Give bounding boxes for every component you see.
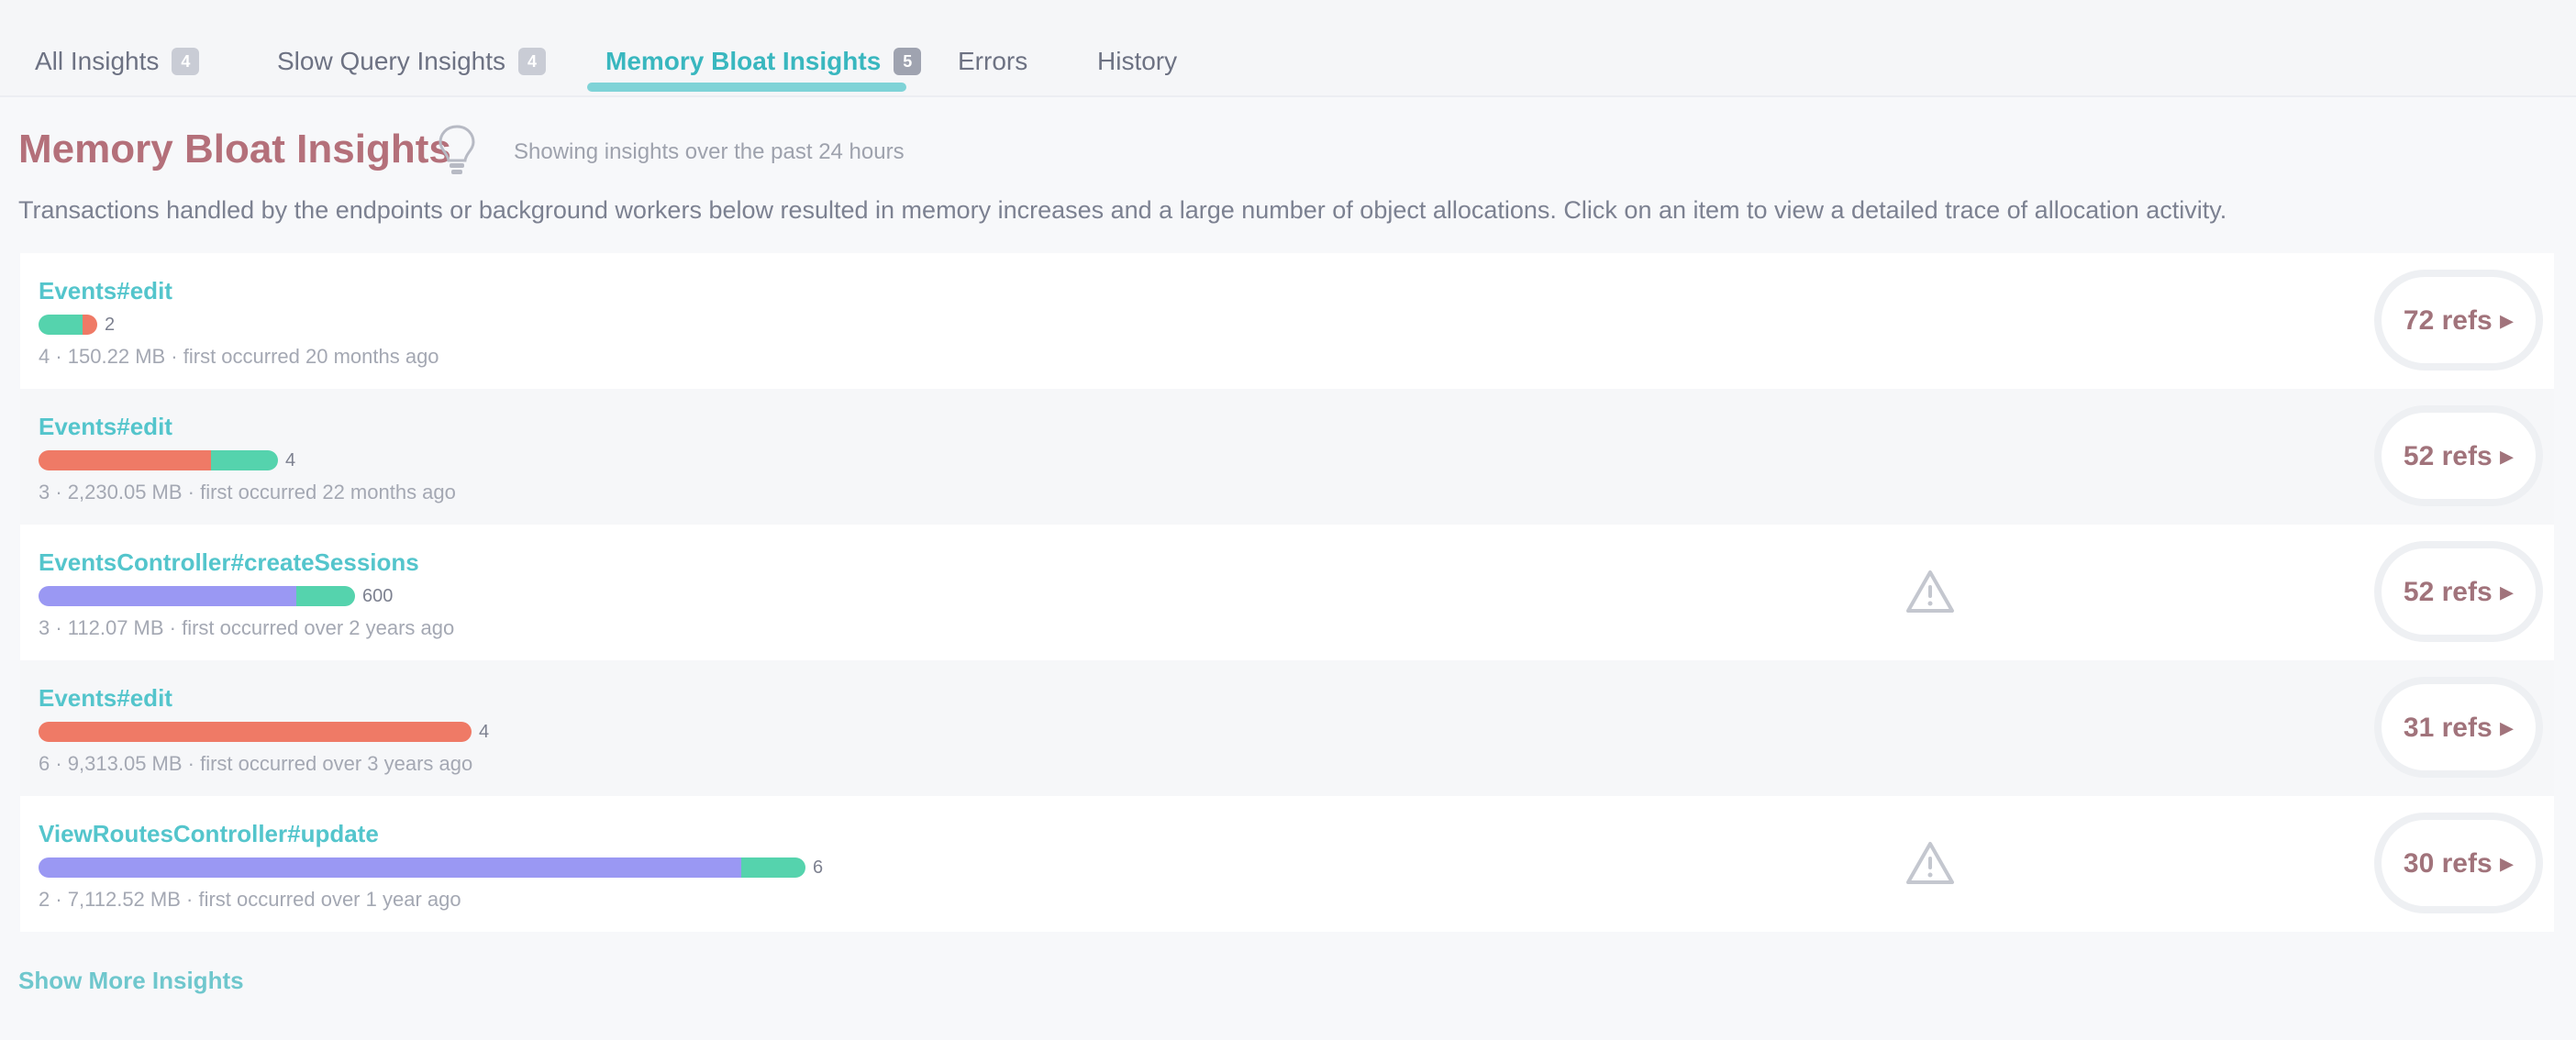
insight-row[interactable]: Events#edit 2 4 · 150.22 MB · first occu… xyxy=(20,253,2554,389)
tab-label: History xyxy=(1097,47,1178,75)
allocation-bar-segment xyxy=(39,315,83,335)
allocation-bar: 6 xyxy=(39,857,823,879)
insight-row[interactable]: ViewRoutesController#update 6 2 · 7,112.… xyxy=(20,796,2554,932)
refs-button[interactable]: 31 refs ▸ xyxy=(2374,677,2543,778)
tab-count-badge: 4 xyxy=(172,48,200,75)
tab-label: Slow Query Insights xyxy=(277,47,505,75)
refs-button[interactable]: 72 refs ▸ xyxy=(2374,270,2543,371)
refs-button[interactable]: 52 refs ▸ xyxy=(2374,541,2543,642)
page-title: Memory Bloat Insights xyxy=(18,127,451,171)
tab-count-badge: 5 xyxy=(894,48,922,75)
allocation-bar-segment xyxy=(741,857,805,878)
allocation-bar-segment xyxy=(211,450,278,470)
allocation-bar: 4 xyxy=(39,721,489,743)
show-more-insights-link[interactable]: Show More Insights xyxy=(18,967,244,995)
page-subtitle: Showing insights over the past 24 hours xyxy=(514,139,905,164)
tab-label: Errors xyxy=(958,47,1028,75)
insight-list: Events#edit 2 4 · 150.22 MB · first occu… xyxy=(20,253,2554,943)
allocation-bar-segment xyxy=(39,450,211,470)
allocation-bar-segment xyxy=(39,857,741,878)
endpoint-link[interactable]: Events#edit xyxy=(39,277,172,305)
allocation-bar-value: 4 xyxy=(285,449,296,470)
tab-all-insights[interactable]: All Insights 4 xyxy=(35,39,200,84)
refs-button[interactable]: 52 refs ▸ xyxy=(2374,405,2543,506)
insight-meta: 3 · 2,230.05 MB · first occurred 22 mont… xyxy=(39,481,456,503)
insight-meta: 3 · 112.07 MB · first occurred over 2 ye… xyxy=(39,616,455,639)
allocation-bar-segment xyxy=(39,722,472,742)
page-description: Transactions handled by the endpoints or… xyxy=(18,196,2227,224)
insights-tab-bar: All Insights 4 Slow Query Insights 4 Mem… xyxy=(0,0,2576,97)
insight-meta: 4 · 150.22 MB · first occurred 20 months… xyxy=(39,345,439,368)
allocation-bar: 2 xyxy=(39,314,115,336)
lightbulb-icon xyxy=(439,125,475,174)
endpoint-link[interactable]: Events#edit xyxy=(39,413,172,441)
active-tab-indicator xyxy=(587,83,906,92)
allocation-bar-value: 2 xyxy=(105,314,116,335)
tab-label: All Insights xyxy=(35,47,160,75)
insight-row[interactable]: Events#edit 4 6 · 9,313.05 MB · first oc… xyxy=(20,660,2554,796)
endpoint-link[interactable]: EventsController#createSessions xyxy=(39,548,419,577)
endpoint-link[interactable]: Events#edit xyxy=(39,684,172,713)
insight-row[interactable]: Events#edit 4 3 · 2,230.05 MB · first oc… xyxy=(20,389,2554,525)
allocation-bar-segment xyxy=(83,315,97,335)
insight-meta: 2 · 7,112.52 MB · first occurred over 1 … xyxy=(39,888,461,911)
allocation-bar-segment xyxy=(296,586,355,606)
allocation-bar-value: 6 xyxy=(813,857,824,878)
endpoint-link[interactable]: ViewRoutesController#update xyxy=(39,820,379,848)
insight-meta: 6 · 9,313.05 MB · first occurred over 3 … xyxy=(39,752,473,775)
allocation-bar-segment xyxy=(39,586,296,606)
refs-button[interactable]: 30 refs ▸ xyxy=(2374,813,2543,913)
tab-memory-bloat-insights[interactable]: Memory Bloat Insights 5 xyxy=(605,39,922,84)
tab-slow-query-insights[interactable]: Slow Query Insights 4 xyxy=(277,39,546,84)
warning-icon xyxy=(1906,570,1954,613)
allocation-bar-value: 4 xyxy=(479,721,490,742)
warning-icon xyxy=(1906,842,1954,884)
insight-row[interactable]: EventsController#createSessions 600 3 · … xyxy=(20,525,2554,660)
tab-count-badge: 4 xyxy=(518,48,546,75)
allocation-bar: 4 xyxy=(39,449,295,471)
tab-history[interactable]: History xyxy=(1097,39,1177,84)
tab-errors[interactable]: Errors xyxy=(958,39,1027,84)
allocation-bar-value: 600 xyxy=(362,585,394,606)
tab-label: Memory Bloat Insights xyxy=(605,47,882,75)
allocation-bar: 600 xyxy=(39,585,393,607)
